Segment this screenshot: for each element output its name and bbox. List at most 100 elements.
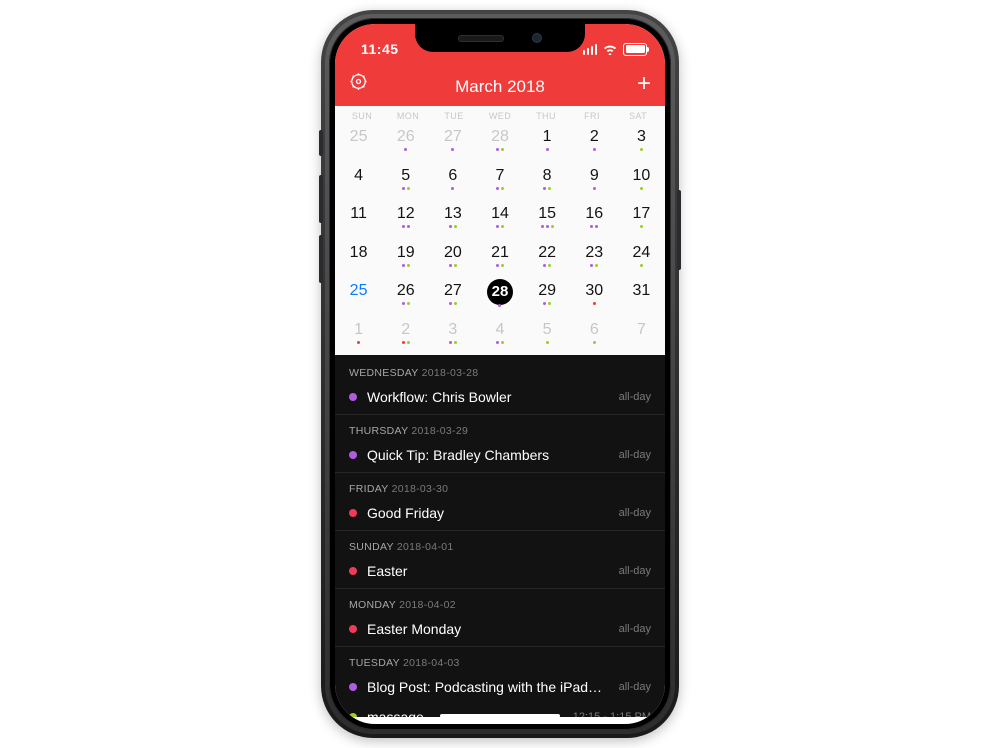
day-cell[interactable]: 2 xyxy=(571,124,618,163)
day-number: 27 xyxy=(444,281,462,301)
agenda-event[interactable]: Good Fridayall-day xyxy=(335,500,665,530)
day-cell[interactable]: 15 xyxy=(524,201,571,240)
day-cell[interactable]: 29 xyxy=(524,278,571,317)
home-indicator[interactable] xyxy=(440,714,560,718)
notch xyxy=(415,24,585,52)
day-number: 20 xyxy=(444,243,462,263)
phone-frame: 11:45 March 2018 + xyxy=(321,10,679,738)
day-cell[interactable]: 25 xyxy=(335,124,382,163)
day-cell[interactable]: 12 xyxy=(382,201,429,240)
day-cell[interactable]: 8 xyxy=(524,163,571,202)
day-cell[interactable]: 21 xyxy=(476,240,523,279)
event-dots xyxy=(640,187,643,192)
calendar-dot-icon xyxy=(349,567,357,575)
nav-title[interactable]: March 2018 xyxy=(455,77,545,97)
agenda-event[interactable]: Easter Mondayall-day xyxy=(335,616,665,646)
agenda-day: MONDAY xyxy=(349,599,396,611)
day-number: 31 xyxy=(633,281,651,301)
agenda-list[interactable]: WEDNESDAY 2018-03-28Workflow: Chris Bowl… xyxy=(335,355,665,717)
day-cell[interactable]: 6 xyxy=(571,317,618,356)
day-number: 22 xyxy=(538,243,556,263)
day-cell[interactable]: 22 xyxy=(524,240,571,279)
day-cell[interactable]: 23 xyxy=(571,240,618,279)
weekday-label: FRI xyxy=(569,111,615,121)
event-dots xyxy=(451,187,454,192)
event-dots xyxy=(402,225,410,230)
volume-down-button[interactable] xyxy=(319,235,323,283)
day-cell[interactable]: 20 xyxy=(429,240,476,279)
day-number: 3 xyxy=(637,127,646,147)
front-camera xyxy=(532,33,542,43)
day-cell[interactable]: 19 xyxy=(382,240,429,279)
event-dots xyxy=(498,304,501,309)
day-cell[interactable]: 25 xyxy=(335,278,382,317)
power-button[interactable] xyxy=(677,190,681,270)
event-dots xyxy=(496,187,504,192)
day-cell[interactable]: 7 xyxy=(618,317,665,356)
day-cell[interactable]: 27 xyxy=(429,124,476,163)
settings-button[interactable] xyxy=(349,72,368,97)
agenda-event[interactable]: Quick Tip: Bradley Chambersall-day xyxy=(335,442,665,472)
agenda-date: 2018-03-29 xyxy=(411,425,468,437)
agenda-date: 2018-03-30 xyxy=(392,483,449,495)
day-cell[interactable]: 3 xyxy=(429,317,476,356)
day-cell[interactable]: 14 xyxy=(476,201,523,240)
day-cell[interactable]: 2 xyxy=(382,317,429,356)
day-cell[interactable]: 1 xyxy=(524,124,571,163)
day-number: 8 xyxy=(543,166,552,186)
day-cell[interactable]: 26 xyxy=(382,278,429,317)
volume-up-button[interactable] xyxy=(319,175,323,223)
weekday-label: THU xyxy=(523,111,569,121)
day-cell[interactable]: 5 xyxy=(382,163,429,202)
day-cell[interactable]: 6 xyxy=(429,163,476,202)
day-cell[interactable]: 11 xyxy=(335,201,382,240)
day-number: 2 xyxy=(401,320,410,340)
event-dots xyxy=(449,341,457,346)
day-cell[interactable]: 10 xyxy=(618,163,665,202)
event-dots xyxy=(543,264,551,269)
week-row: 45678910 xyxy=(335,163,665,202)
event-dots xyxy=(590,264,598,269)
month-grid: SUNMONTUEWEDTHUFRISAT 252627281234567891… xyxy=(335,106,665,355)
day-number: 5 xyxy=(543,320,552,340)
add-button[interactable]: + xyxy=(637,70,651,98)
agenda-date: 2018-04-02 xyxy=(399,599,456,611)
week-row: 2526 27 28 123 xyxy=(335,124,665,163)
day-cell[interactable]: 24 xyxy=(618,240,665,279)
day-cell[interactable]: 31 xyxy=(618,278,665,317)
agenda-day: THURSDAY xyxy=(349,425,408,437)
day-number: 6 xyxy=(590,320,599,340)
agenda-event[interactable]: Easterall-day xyxy=(335,558,665,588)
day-cell[interactable]: 18 xyxy=(335,240,382,279)
event-title: Blog Post: Podcasting with the iPad… xyxy=(367,679,609,695)
day-cell[interactable]: 17 xyxy=(618,201,665,240)
calendar-dot-icon xyxy=(349,393,357,401)
day-cell[interactable]: 4 xyxy=(476,317,523,356)
day-cell[interactable]: 9 xyxy=(571,163,618,202)
calendar-dot-icon xyxy=(349,451,357,459)
day-cell[interactable]: 1 xyxy=(335,317,382,356)
nav-bar: March 2018 + xyxy=(335,68,665,106)
day-cell[interactable]: 27 xyxy=(429,278,476,317)
day-cell[interactable]: 26 xyxy=(382,124,429,163)
day-cell[interactable]: 4 xyxy=(335,163,382,202)
agenda-event[interactable]: Blog Post: Podcasting with the iPad… all-… xyxy=(335,674,665,704)
calendar-dot-icon xyxy=(349,683,357,691)
day-number: 27 xyxy=(444,127,462,147)
day-number: 23 xyxy=(585,243,603,263)
day-cell[interactable]: 5 xyxy=(524,317,571,356)
week-row: 1819 20 21 22 23 24 xyxy=(335,240,665,279)
day-cell[interactable]: 3 xyxy=(618,124,665,163)
day-cell[interactable]: 16 xyxy=(571,201,618,240)
agenda-event[interactable]: Workflow: Chris Bowlerall-day xyxy=(335,384,665,414)
event-time: all-day xyxy=(619,681,651,693)
day-cell[interactable]: 13 xyxy=(429,201,476,240)
event-dots xyxy=(590,225,598,230)
day-cell[interactable]: 30 xyxy=(571,278,618,317)
day-cell[interactable]: 28 xyxy=(476,124,523,163)
day-number: 1 xyxy=(543,127,552,147)
day-cell[interactable]: 28 xyxy=(476,278,523,317)
plus-icon: + xyxy=(637,70,651,97)
mute-switch[interactable] xyxy=(319,130,323,156)
day-cell[interactable]: 7 xyxy=(476,163,523,202)
